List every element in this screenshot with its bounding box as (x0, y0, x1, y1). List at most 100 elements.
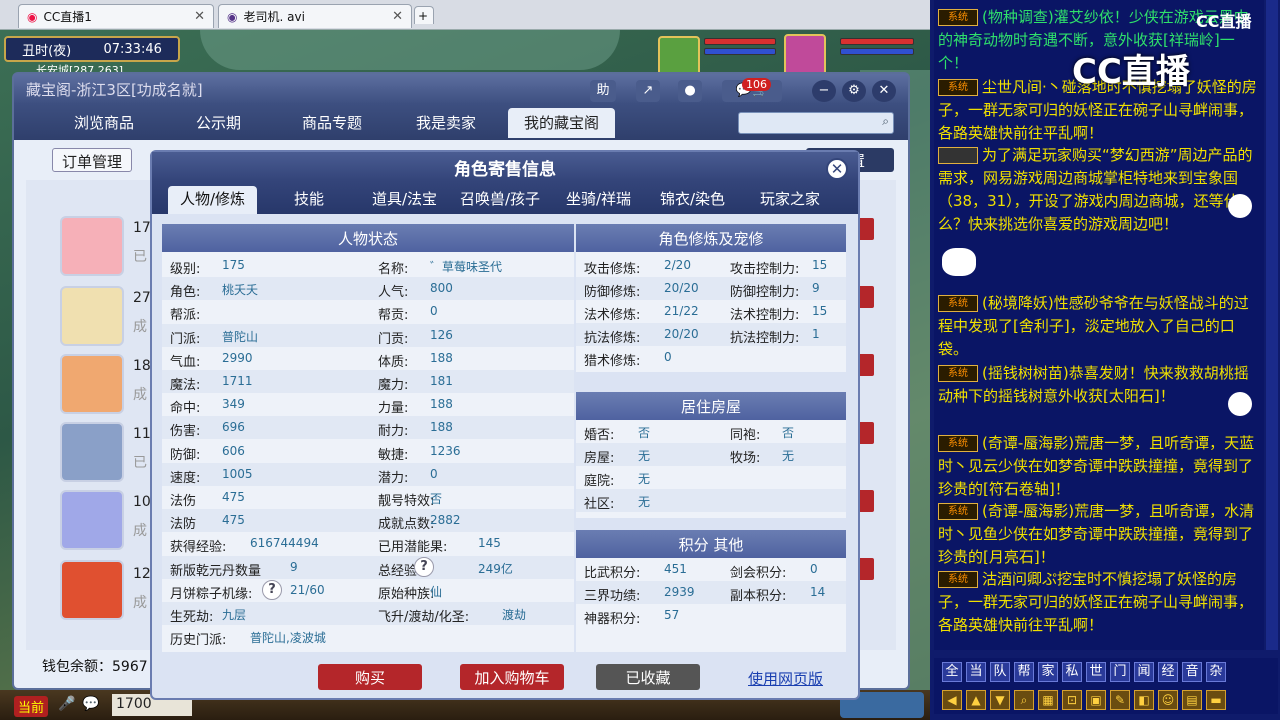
channel-current[interactable]: 当前 (14, 696, 49, 717)
emote-icon[interactable]: ☺ (1158, 690, 1178, 710)
add-to-cart-button[interactable]: 加入购物车 (460, 664, 564, 690)
new-tab-button[interactable]: + (414, 6, 434, 24)
stat-label: 敏捷: (378, 447, 409, 463)
list-item-avatar[interactable] (60, 560, 124, 620)
stat-value: 0 (430, 466, 438, 481)
gear-icon[interactable]: ⚙ (842, 80, 866, 102)
list-action-button[interactable] (858, 422, 874, 444)
emoji-icon (1228, 392, 1252, 416)
stat-label: 房屋: (584, 451, 615, 466)
nav-topics[interactable]: 商品专题 (302, 108, 362, 138)
search-icon[interactable]: ⌕ (1014, 690, 1034, 710)
list-item-status: 已 (133, 249, 147, 265)
stat-value: 188 (430, 350, 453, 365)
list-item-avatar[interactable] (60, 286, 124, 346)
dialog-close-icon[interactable]: ✕ (826, 158, 848, 180)
channel-button[interactable]: 队 (990, 662, 1010, 682)
mooncake-help-icon[interactable]: ? (262, 579, 282, 600)
stat-row: 生死劫: 九层 飞升/渡劫/化圣: 渡劫 (162, 602, 574, 625)
stat-label: 成就点数: (378, 517, 435, 533)
grid-icon[interactable]: ▦ (1038, 690, 1058, 710)
stat-label: 防御修炼: (584, 285, 641, 300)
stat-label: 攻击控制力: (730, 262, 800, 277)
mic-icon[interactable]: 🎤 (58, 696, 75, 712)
list-item-avatar[interactable] (60, 422, 124, 482)
record-icon[interactable]: ● (678, 80, 702, 102)
stat-value: 2990 (222, 350, 253, 365)
channel-button[interactable]: 闻 (1134, 662, 1154, 682)
stat-value: 九层 (222, 608, 247, 622)
list-item-avatar[interactable] (60, 490, 124, 550)
list-item-avatar[interactable] (60, 216, 124, 276)
brush-icon[interactable]: ✎ (1110, 690, 1130, 710)
note-icon[interactable]: ▤ (1182, 690, 1202, 710)
channel-button[interactable]: 全 (942, 662, 962, 682)
tab-pets[interactable]: 召唤兽/孩子 (460, 186, 540, 214)
stat-value: 175 (222, 258, 245, 272)
search-icon[interactable]: ⌕ (882, 114, 889, 129)
arrow-up-icon[interactable]: ▲ (966, 690, 986, 710)
list-action-button[interactable] (858, 490, 874, 512)
total-exp-help-icon[interactable]: ? (414, 556, 434, 577)
list-action-button[interactable] (858, 354, 874, 376)
nav-browse[interactable]: 浏览商品 (74, 108, 134, 138)
browser-tab[interactable]: ◉ CC直播1 ✕ (18, 4, 214, 28)
list-item-avatar[interactable] (60, 354, 124, 414)
nav-my-pavilion[interactable]: 我的藏宝阁 (508, 108, 616, 138)
channel-button[interactable]: 音 (1182, 662, 1202, 682)
list-action-button[interactable] (858, 286, 874, 308)
stat-label: 原始种族: (378, 586, 435, 602)
bag-icon[interactable]: ▣ (1086, 690, 1106, 710)
close-icon[interactable]: ✕ (194, 9, 205, 24)
tab-character[interactable]: 人物/修炼 (168, 186, 258, 214)
channel-button[interactable]: 杂 (1206, 662, 1226, 682)
channel-button[interactable]: 世 (1086, 662, 1106, 682)
stat-label: 法伤 (170, 494, 197, 509)
arrow-down-icon[interactable]: ▼ (990, 690, 1010, 710)
search-input[interactable]: ⌕ (738, 112, 894, 134)
nav-public[interactable]: 公示期 (196, 108, 241, 138)
stat-label: 剑会积分: (730, 566, 787, 581)
browser-tab[interactable]: ◉ 老司机. avi ✕ (218, 4, 412, 28)
channel-button[interactable]: 门 (1110, 662, 1130, 682)
time-display: 丑时(夜) 07:33:46 (4, 36, 180, 62)
tab-mounts[interactable]: 坐骑/祥瑞 (566, 186, 631, 214)
emoji-icon (942, 248, 976, 276)
channel-button[interactable]: 当 (966, 662, 986, 682)
channel-button[interactable]: 私 (1062, 662, 1082, 682)
tab-items[interactable]: 道具/法宝 (372, 186, 437, 214)
chat-icon[interactable]: 💬 (82, 696, 99, 712)
favorited-button[interactable]: 已收藏 (596, 664, 700, 690)
stat-row: 法伤 475 靓号特效: 否 (162, 486, 574, 509)
stat-row: 新版乾元丹数量 9 总经验: 249亿? (162, 555, 574, 579)
minimize-icon[interactable]: − (812, 80, 836, 102)
stat-value: 20/20 (664, 281, 699, 295)
arrow-left-icon[interactable]: ◀ (942, 690, 962, 710)
stat-label: 魔法: (170, 378, 201, 393)
clear-icon[interactable]: ◧ (1134, 690, 1154, 710)
channel-button[interactable]: 经 (1158, 662, 1178, 682)
close-icon[interactable]: ✕ (392, 9, 403, 24)
list-action-button[interactable] (858, 558, 874, 580)
stat-value: 渡劫 (502, 608, 527, 622)
list-action-button[interactable] (858, 218, 874, 240)
menu-icon[interactable]: ▬ (1206, 690, 1226, 710)
share-icon[interactable]: ↗ (636, 80, 660, 102)
player-avatar[interactable] (784, 34, 826, 76)
channel-button[interactable]: 家 (1038, 662, 1058, 682)
lock-icon[interactable]: ⊡ (1062, 690, 1082, 710)
nav-seller[interactable]: 我是卖家 (416, 108, 476, 138)
tab-home[interactable]: 玩家之家 (760, 186, 820, 214)
channel-button[interactable]: 帮 (1014, 662, 1034, 682)
stat-value: 188 (430, 397, 453, 412)
chat-scrollbar[interactable] (1266, 0, 1278, 650)
stat-label: 飞升/渡劫/化圣: (378, 610, 470, 625)
tab-costumes[interactable]: 锦衣/染色 (660, 186, 725, 214)
close-icon[interactable]: ✕ (872, 80, 896, 102)
cc-live-logo-small: CC直播 (1196, 12, 1252, 31)
use-web-link[interactable]: 使用网页版 (748, 668, 823, 689)
help-button[interactable]: 助 (590, 80, 616, 102)
order-management-button[interactable]: 订单管理 (52, 148, 132, 172)
buy-button[interactable]: 购买 (318, 664, 422, 690)
tab-skills[interactable]: 技能 (294, 186, 324, 214)
